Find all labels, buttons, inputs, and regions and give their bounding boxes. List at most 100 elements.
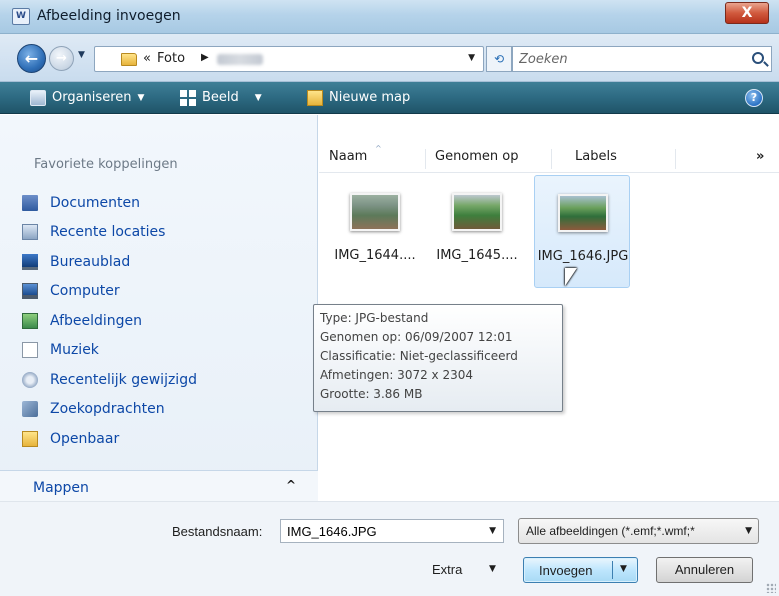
address-bar[interactable]: « Foto ▶ ▼ — [94, 46, 484, 72]
tooltip-type: Type: JPG-bestand — [320, 311, 429, 325]
resize-grip-icon[interactable] — [766, 583, 776, 593]
nav-item-label: Recentelijk gewijzigd — [50, 371, 197, 388]
new-folder-label: Nieuwe map — [329, 90, 411, 105]
chevron-down-icon: ▼ — [745, 526, 752, 536]
organize-label: Organiseren — [52, 90, 132, 105]
recent-pages-button[interactable]: ▼ — [78, 50, 85, 60]
breadcrumb-separator-icon[interactable]: ▶ — [201, 52, 209, 63]
search-input[interactable] — [517, 50, 737, 68]
chevron-up-icon: ^ — [286, 478, 297, 492]
breadcrumb-overflow[interactable]: « — [143, 51, 151, 66]
breadcrumb-foto[interactable]: Foto — [157, 51, 185, 66]
nav-item-documenten[interactable]: Documenten — [22, 188, 312, 218]
filename-combobox[interactable]: ▼ — [280, 519, 504, 543]
sort-ascending-icon: ^ — [375, 144, 382, 153]
word-app-icon: W — [12, 8, 30, 25]
nav-item-recentelijk-gewijzigd[interactable]: Recentelijk gewijzigd — [22, 365, 312, 395]
window-title: Afbeelding invoegen — [37, 8, 181, 24]
forward-button[interactable]: → — [49, 46, 74, 71]
nav-item-label: Openbaar — [50, 430, 120, 447]
column-label: Naam — [329, 149, 368, 164]
file-name: IMG_1645.... — [436, 248, 518, 263]
tooltip-date-taken: Genomen op: 06/09/2007 12:01 — [320, 330, 513, 344]
chevron-down-icon[interactable]: ▼ — [489, 526, 496, 536]
public-folder-icon — [22, 430, 38, 447]
close-button[interactable]: X — [725, 2, 769, 24]
search-icon[interactable] — [752, 52, 764, 64]
nav-item-label: Afbeeldingen — [50, 312, 143, 329]
nav-item-muziek[interactable]: Muziek — [22, 336, 312, 366]
insert-button[interactable]: Invoegen ▼ — [523, 557, 638, 583]
nav-item-label: Recente locaties — [50, 224, 166, 241]
file-item-img-1646[interactable]: IMG_1646.JPG — [534, 175, 630, 288]
chevron-down-icon: ▼ — [137, 93, 145, 103]
back-button[interactable]: ← — [17, 44, 46, 73]
filename-label: Bestandsnaam: — [172, 524, 263, 539]
file-name: IMG_1644.... — [334, 248, 416, 263]
breadcrumb-blurred[interactable] — [217, 54, 263, 65]
split-divider — [612, 561, 613, 579]
nav-item-computer[interactable]: Computer — [22, 277, 312, 307]
mouse-pointer-icon — [565, 268, 577, 286]
folder-icon — [121, 53, 137, 66]
tooltip-dimensions: Afmetingen: 3072 x 2304 — [320, 368, 473, 382]
chevron-down-icon: ▼ — [78, 50, 85, 60]
column-divider[interactable] — [675, 149, 676, 169]
nav-item-label: Computer — [50, 283, 120, 300]
folders-label: Mappen — [33, 480, 89, 496]
command-bar: Organiseren ▼ Beeld ▼ Nieuwe map ? — [0, 82, 779, 114]
help-icon[interactable]: ? — [745, 89, 763, 107]
filename-input[interactable] — [285, 523, 475, 539]
column-header-genomen-op[interactable]: Genomen op — [435, 149, 519, 164]
file-type-select[interactable]: Alle afbeeldingen (*.emf;*.wmf;* ▼ — [518, 518, 759, 544]
file-info-tooltip: Type: JPG-bestand Genomen op: 06/09/2007… — [313, 304, 563, 412]
new-folder-icon — [307, 90, 323, 106]
nav-item-recente-locaties[interactable]: Recente locaties — [22, 218, 312, 248]
new-folder-button[interactable]: Nieuwe map — [307, 82, 410, 114]
image-thumbnail — [452, 193, 502, 231]
chevron-down-icon[interactable]: ▼ — [620, 564, 627, 574]
recently-changed-icon — [22, 371, 38, 388]
tools-button[interactable]: Extra — [432, 562, 462, 577]
column-divider[interactable] — [425, 149, 426, 169]
nav-item-afbeeldingen[interactable]: Afbeeldingen — [22, 306, 312, 336]
searches-icon — [22, 401, 38, 418]
arrow-left-icon: ← — [24, 49, 39, 68]
view-button[interactable]: Beeld ▼ — [180, 82, 262, 114]
refresh-button[interactable]: ⟲ — [486, 46, 512, 72]
computer-icon — [22, 283, 38, 300]
nav-item-zoekopdrachten[interactable]: Zoekopdrachten — [22, 395, 312, 425]
nav-item-bureaublad[interactable]: Bureaublad — [22, 247, 312, 277]
insert-label: Invoegen — [539, 563, 593, 578]
nav-item-label: Zoekopdrachten — [50, 401, 165, 418]
documents-icon — [22, 194, 38, 211]
title-bar[interactable]: W Afbeelding invoegen X — [0, 0, 779, 34]
pictures-icon — [22, 312, 38, 329]
file-item-img-1644[interactable]: IMG_1644.... — [327, 175, 423, 288]
insert-picture-dialog: W Afbeelding invoegen X ← → ▼ « Foto ▶ ▼… — [0, 0, 779, 596]
nav-item-openbaar[interactable]: Openbaar — [22, 424, 312, 454]
address-dropdown-icon[interactable]: ▼ — [468, 53, 475, 63]
search-box[interactable] — [512, 46, 772, 72]
tooltip-rating: Classificatie: Niet-geclassificeerd — [320, 349, 518, 363]
column-header-labels[interactable]: Labels — [575, 149, 617, 164]
navigation-pane: Favoriete koppelingen Documenten Recente… — [0, 115, 318, 502]
column-header-naam[interactable]: ^ Naam — [329, 144, 382, 164]
chevron-down-icon[interactable]: ▼ — [489, 564, 496, 574]
view-label: Beeld — [202, 90, 239, 105]
column-divider[interactable] — [551, 149, 552, 169]
music-icon — [22, 342, 38, 359]
image-thumbnail — [558, 194, 608, 232]
desktop-icon — [22, 253, 38, 270]
dialog-footer: Bestandsnaam: ▼ Alle afbeeldingen (*.emf… — [0, 501, 779, 596]
cancel-button[interactable]: Annuleren — [656, 557, 753, 583]
favorites-list: Documenten Recente locaties Bureaublad C… — [22, 188, 312, 454]
nav-item-label: Bureaublad — [50, 253, 131, 270]
nav-item-label: Muziek — [50, 342, 99, 359]
arrow-right-icon: → — [56, 51, 67, 66]
recent-places-icon — [22, 224, 38, 241]
more-columns-button[interactable]: » — [756, 149, 764, 164]
organize-button[interactable]: Organiseren ▼ — [30, 82, 144, 114]
file-item-img-1645[interactable]: IMG_1645.... — [429, 175, 525, 288]
folders-toggle[interactable]: Mappen ^ — [0, 470, 318, 502]
